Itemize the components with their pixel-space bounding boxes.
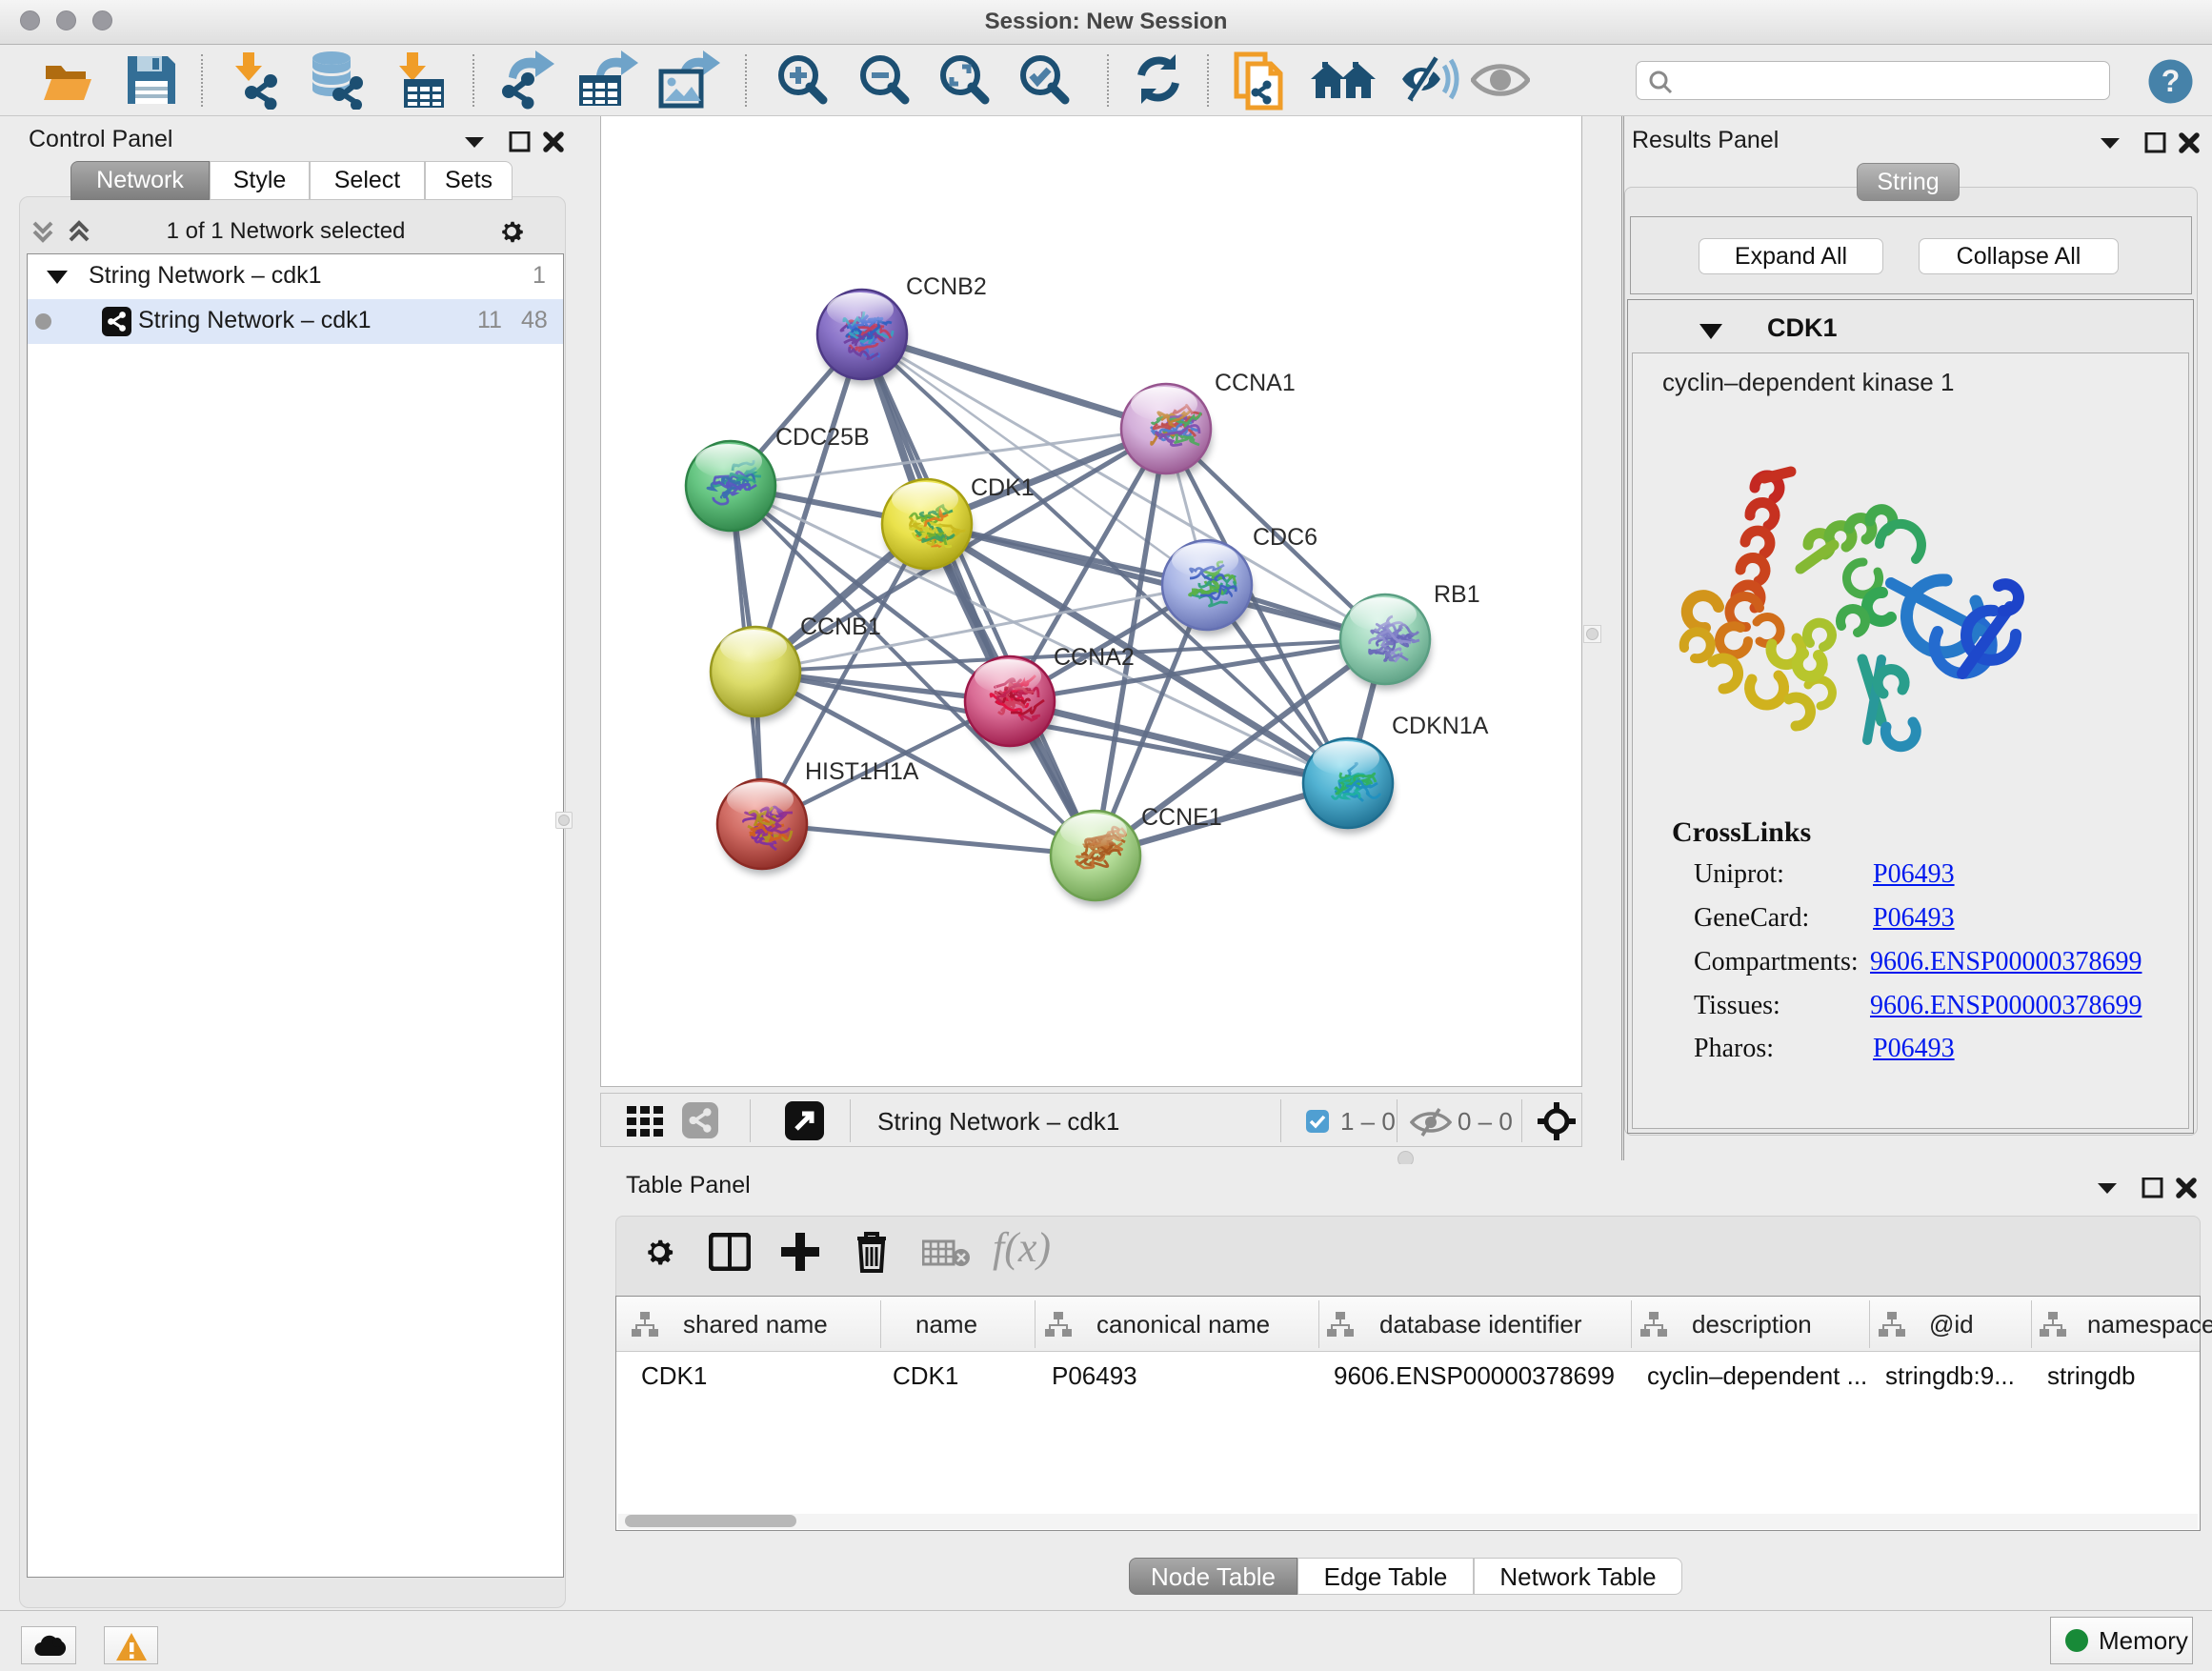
svg-text:RB1: RB1: [1434, 581, 1480, 608]
svg-text:CDC25B: CDC25B: [775, 424, 870, 451]
svg-text:CDKN1A: CDKN1A: [1392, 713, 1489, 739]
svg-text:CCNA1: CCNA1: [1215, 370, 1296, 396]
svg-text:CDK1: CDK1: [971, 474, 1035, 501]
svg-text:CCNA2: CCNA2: [1054, 644, 1135, 671]
svg-text:CCNB2: CCNB2: [906, 273, 987, 300]
svg-text:CCNB1: CCNB1: [800, 614, 881, 640]
svg-text:CDC6: CDC6: [1253, 524, 1317, 551]
svg-text:HIST1H1A: HIST1H1A: [805, 758, 919, 785]
svg-text:?: ?: [2162, 64, 2181, 98]
svg-text:CCNE1: CCNE1: [1141, 804, 1222, 831]
